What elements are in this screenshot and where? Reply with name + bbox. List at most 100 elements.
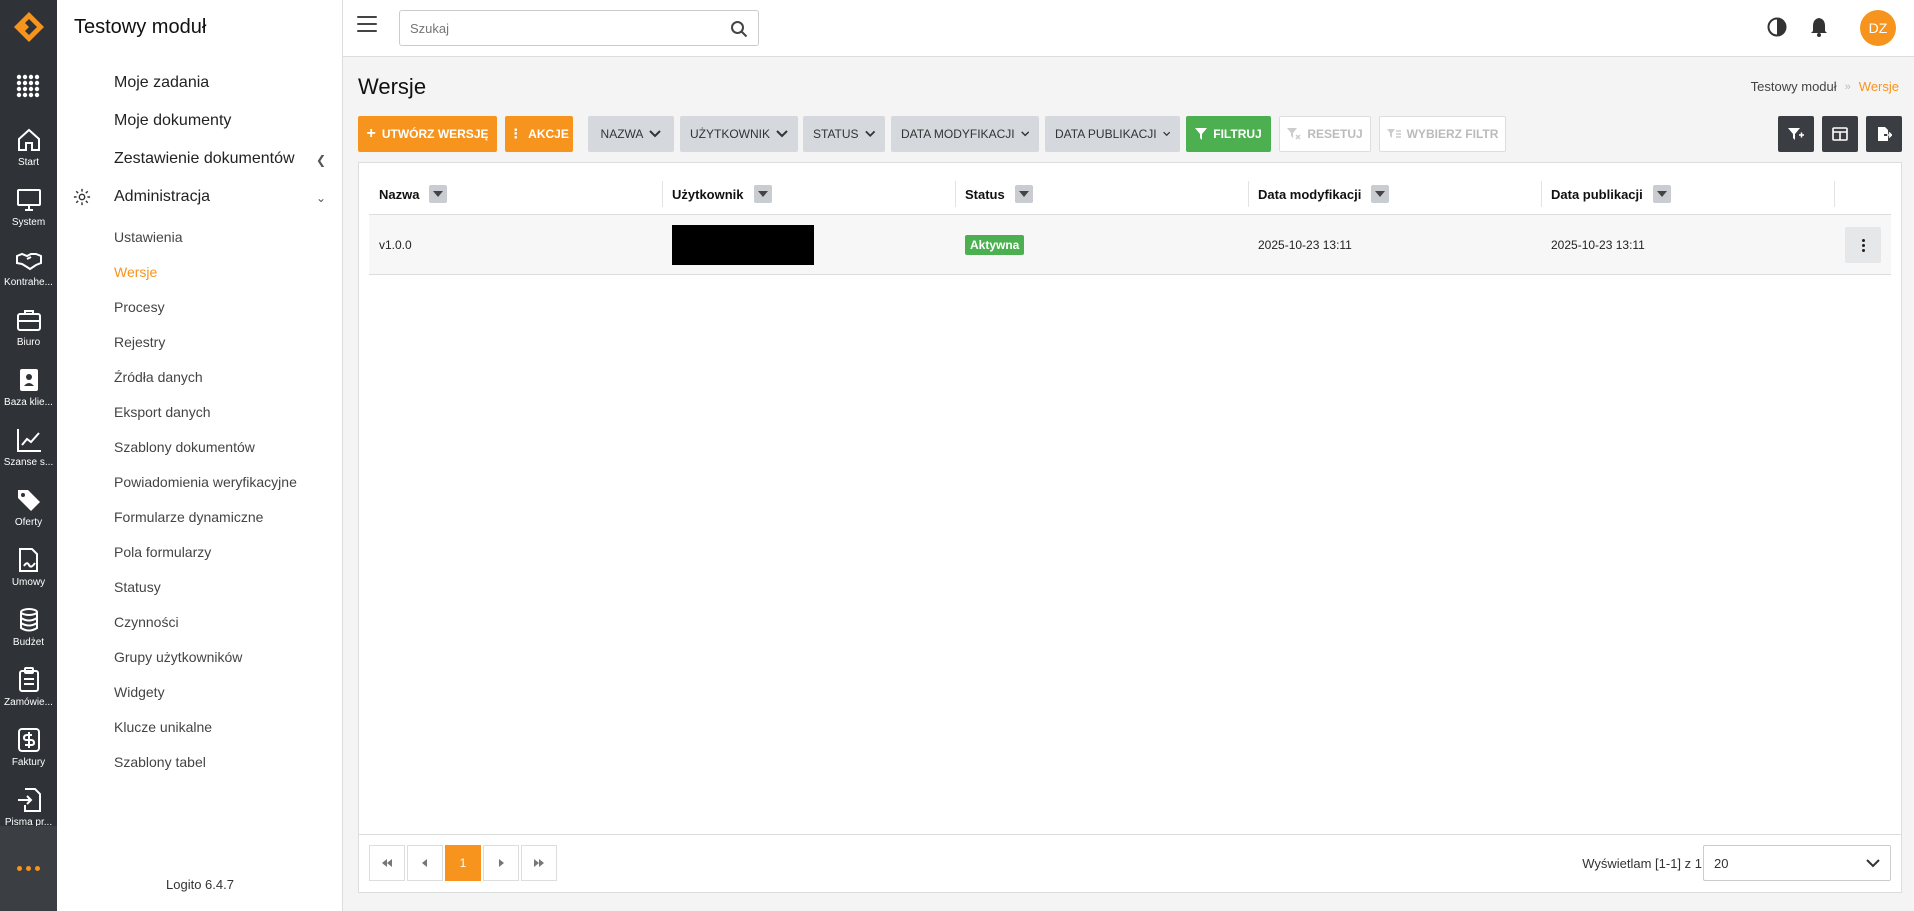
rail-item-umowy[interactable]: Umowy [0,540,57,600]
first-page-button[interactable] [369,845,405,881]
filter-uzytkownik-dropdown[interactable]: Użytkownik [680,116,798,152]
apply-filter-button[interactable]: Filtruj [1186,116,1271,152]
redacted-user [672,225,814,265]
filter-data-modyfikacji-dropdown[interactable]: Data modyfikacji [891,116,1039,152]
contacts-icon [19,369,38,391]
search-icon[interactable] [730,20,748,38]
row-actions-button[interactable] [1845,227,1881,263]
sidebar-item-statusy[interactable]: Statusy [114,579,161,595]
sidebar-item-moje-zadania[interactable]: Moje zadania [114,74,209,92]
chevron-down-icon [649,130,662,138]
column-menu-icon[interactable] [1371,185,1390,203]
chevron-down-icon [1162,131,1170,137]
apps-grid-icon[interactable] [16,74,40,98]
topbar: DZ [343,0,1914,57]
app-version: Logito 6.4.7 [166,877,234,892]
module-title: Testowy moduł [74,16,207,38]
sidebar-item-administracja[interactable]: Administracja [114,188,210,206]
export-button[interactable] [1866,116,1902,152]
sidebar-item-zrodla-danych[interactable]: Źródła danych [114,369,203,385]
search-input[interactable] [400,11,710,45]
page-number-button[interactable]: 1 [445,845,481,881]
reset-filter-button[interactable]: Resetuj [1279,116,1371,152]
tags-icon [17,490,40,511]
sidebar-item-grupy-uzytkownikow[interactable]: Grupy użytkowników [114,649,242,665]
status-badge: Aktywna [965,235,1025,255]
sidebar-item-ustawienia[interactable]: Ustawienia [114,229,182,245]
table-icon [1832,127,1848,141]
rail-item-budzet[interactable]: Budżet [0,600,57,660]
chevron-left-icon[interactable]: ❮ [316,153,326,167]
rail-item-system[interactable]: System [0,180,57,240]
column-menu-icon[interactable] [1014,185,1033,203]
chevron-down-icon[interactable]: ⌄ [316,191,326,205]
rail-item-oferty[interactable]: Oferty [0,480,57,540]
prev-page-button[interactable] [407,845,443,881]
user-avatar[interactable]: DZ [1860,10,1896,46]
column-menu-icon[interactable] [1652,185,1671,203]
kebab-icon: ⋮ [509,126,523,141]
double-chevron-left-icon [382,859,392,867]
more-menu-button[interactable] [0,826,57,911]
hamburger-menu-icon[interactable] [357,16,377,34]
rail-item-zamowienia[interactable]: Zamówie... [0,660,57,720]
sidebar-item-procesy[interactable]: Procesy [114,299,165,315]
sidebar-item-eksport-danych[interactable]: Eksport danych [114,404,211,420]
chevron-left-icon [422,859,427,867]
table-footer: 1 Wyświetlam [1-1] z 1 20 [359,834,1901,892]
rail-item-label: Baza klie... [4,397,53,408]
column-header-data-modyfikacji: Data modyfikacji [1248,173,1541,215]
sidebar-item-rejestry[interactable]: Rejestry [114,334,165,350]
module-sidebar: Testowy moduł Moje zadania Moje dokument… [57,0,343,911]
sidebar-item-szablony-tabel[interactable]: Szablony tabel [114,754,206,770]
advanced-filter-button[interactable] [1778,116,1814,152]
rail-item-baza-klientow[interactable]: Baza klie... [0,360,57,420]
dollar-icon [17,728,40,752]
contrast-toggle-icon[interactable] [1766,16,1788,38]
column-header-nazwa: Nazwa [369,173,662,215]
actions-button[interactable]: ⋮ Akcje [505,116,573,152]
last-page-button[interactable] [521,845,557,881]
choose-filter-button[interactable]: Wybierz filtr [1379,116,1506,152]
breadcrumb-item[interactable]: Testowy moduł [1751,79,1837,94]
sidebar-item-powiadomienia[interactable]: Powiadomienia weryfikacyjne [114,474,297,490]
filter-nazwa-dropdown[interactable]: Nazwa [588,116,674,152]
filter-status-dropdown[interactable]: Status [803,116,885,152]
rail-item-kontrahenci[interactable]: Kontrahe... [0,240,57,300]
rail-item-label: Biuro [16,337,41,348]
page-size-select[interactable]: 20 [1703,845,1891,881]
column-menu-icon[interactable] [753,185,772,203]
create-version-button[interactable]: + Utwórz wersję [358,116,497,152]
pagination-info: Wyświetlam [1-1] z 1 [1582,856,1702,871]
rail-item-label: System [11,217,46,228]
page-title: Wersje [358,74,427,99]
rail-item-label: Umowy [11,577,46,588]
funnel-clear-icon [1287,128,1301,140]
rail-item-biuro[interactable]: Biuro [0,300,57,360]
rail-item-faktury[interactable]: Faktury [0,720,57,780]
sidebar-item-formularze-dynamiczne[interactable]: Formularze dynamiczne [114,509,263,525]
bell-icon[interactable] [1808,16,1830,38]
sidebar-item-szablony-dokumentow[interactable]: Szablony dokumentów [114,439,255,455]
gear-icon [73,188,91,206]
filter-data-publikacji-dropdown[interactable]: Data publikacji [1045,116,1180,152]
cell-user [662,215,814,275]
sidebar-item-widgety[interactable]: Widgety [114,684,165,700]
contract-icon [18,548,38,572]
sidebar-item-moje-dokumenty[interactable]: Moje dokumenty [114,112,231,130]
columns-button[interactable] [1822,116,1858,152]
kebab-icon [1861,238,1865,242]
rail-item-start[interactable]: Start [0,120,57,180]
sidebar-item-pola-formularzy[interactable]: Pola formularzy [114,544,211,560]
sidebar-item-czynnosci[interactable]: Czynności [114,614,179,630]
table-row[interactable]: v1.0.0 Aktywna 2025-10-23 13:11 2025-10-… [369,215,1891,275]
sidebar-item-klucze-unikalne[interactable]: Klucze unikalne [114,719,212,735]
rail-item-label: Szanse s... [3,457,54,468]
sidebar-item-zestawienie-dokumentow[interactable]: Zestawienie dokumentów [114,150,295,168]
rail-item-szanse-sprzedazy[interactable]: Szanse s... [0,420,57,480]
sidebar-item-wersje[interactable]: Wersje [114,264,157,280]
logo-icon[interactable] [12,10,46,44]
next-page-button[interactable] [483,845,519,881]
column-menu-icon[interactable] [429,185,448,203]
column-header-data-publikacji: Data publikacji [1541,173,1834,215]
